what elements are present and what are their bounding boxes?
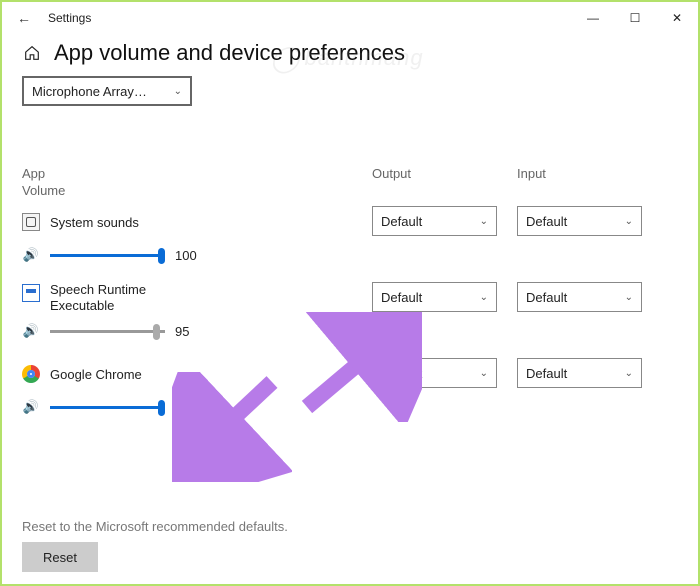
volume-value: 100 (175, 400, 205, 415)
volume-icon[interactable]: 🔊 (22, 246, 40, 264)
speech-runtime-icon (22, 284, 40, 302)
volume-slider[interactable] (50, 398, 165, 416)
maximize-button[interactable]: ☐ (614, 4, 656, 32)
input-device-select[interactable]: Default ⌄ (517, 206, 642, 236)
close-icon: ✕ (672, 11, 682, 25)
minimize-button[interactable]: — (572, 4, 614, 32)
input-device-value: Microphone Array… (32, 84, 147, 99)
chevron-down-icon: ⌄ (625, 216, 633, 227)
home-icon (23, 44, 41, 62)
app-cell: System sounds (22, 206, 372, 238)
window-title: Settings (48, 11, 91, 25)
volume-value: 100 (175, 248, 205, 263)
input-device-dropdown[interactable]: Microphone Array… ⌄ (22, 76, 192, 106)
app-name: System sounds (50, 215, 139, 230)
system-sounds-icon (22, 213, 40, 231)
input-device-select[interactable]: Default ⌄ (517, 282, 642, 312)
select-value: Default (381, 366, 422, 381)
chevron-down-icon: ⌄ (480, 292, 488, 303)
volume-slider[interactable] (50, 246, 165, 264)
reset-area: Reset to the Microsoft recommended defau… (22, 519, 288, 572)
app-row-google-chrome: Google Chrome Default ⌄ Default ⌄ (2, 358, 698, 398)
volume-slider-row: 🔊 100 (2, 246, 698, 282)
reset-button[interactable]: Reset (22, 542, 98, 572)
volume-icon[interactable]: 🔊 (22, 398, 40, 416)
minimize-icon: — (587, 11, 599, 25)
app-cell: Speech Runtime Executable (22, 282, 372, 315)
volume-slider-row: 🔊 100 (2, 398, 698, 434)
volume-value: 95 (175, 324, 205, 339)
chrome-icon (22, 365, 40, 383)
chevron-down-icon: ⌄ (625, 368, 633, 379)
select-value: Default (381, 214, 422, 229)
columns-header: App Output Input (2, 166, 698, 181)
select-value: Default (526, 214, 567, 229)
app-row-system-sounds: System sounds Default ⌄ Default ⌄ (2, 206, 698, 246)
reset-description: Reset to the Microsoft recommended defau… (22, 519, 288, 534)
chevron-down-icon: ⌄ (480, 216, 488, 227)
column-app-label: App (22, 166, 372, 181)
chevron-down-icon: ⌄ (480, 368, 488, 379)
close-button[interactable]: ✕ (656, 4, 698, 32)
slider-fill (50, 254, 165, 257)
app-name: Google Chrome (50, 367, 142, 382)
slider-thumb[interactable] (158, 400, 165, 416)
page-header: App volume and device preferences (2, 34, 698, 76)
output-device-select[interactable]: Default ⌄ (372, 282, 497, 312)
select-value: Default (526, 366, 567, 381)
output-device-select[interactable]: Default ⌄ (372, 358, 497, 388)
page-title: App volume and device preferences (54, 40, 405, 66)
column-input-label: Input (517, 166, 652, 181)
volume-slider[interactable] (50, 322, 165, 340)
slider-fill (50, 406, 165, 409)
app-row-speech-runtime: Speech Runtime Executable Default ⌄ Defa… (2, 282, 698, 322)
chevron-down-icon: ⌄ (625, 292, 633, 303)
select-value: Default (381, 290, 422, 305)
maximize-icon: ☐ (630, 11, 641, 25)
volume-slider-row: 🔊 95 (2, 322, 698, 358)
select-value: Default (526, 290, 567, 305)
home-button[interactable] (22, 43, 42, 63)
input-device-select[interactable]: Default ⌄ (517, 358, 642, 388)
app-cell: Google Chrome (22, 358, 372, 390)
chevron-down-icon: ⌄ (174, 86, 182, 97)
slider-thumb[interactable] (153, 324, 160, 340)
app-name: Speech Runtime Executable (50, 282, 180, 315)
column-output-label: Output (372, 166, 507, 181)
slider-track (50, 330, 165, 333)
slider-thumb[interactable] (158, 248, 165, 264)
back-arrow-icon: ← (17, 10, 31, 26)
title-bar: ← Settings — ☐ ✕ (2, 2, 698, 34)
output-device-select[interactable]: Default ⌄ (372, 206, 497, 236)
back-button[interactable]: ← (10, 4, 38, 32)
window-controls: — ☐ ✕ (572, 4, 698, 32)
volume-subheader: Volume (2, 181, 698, 206)
volume-icon[interactable]: 🔊 (22, 322, 40, 340)
